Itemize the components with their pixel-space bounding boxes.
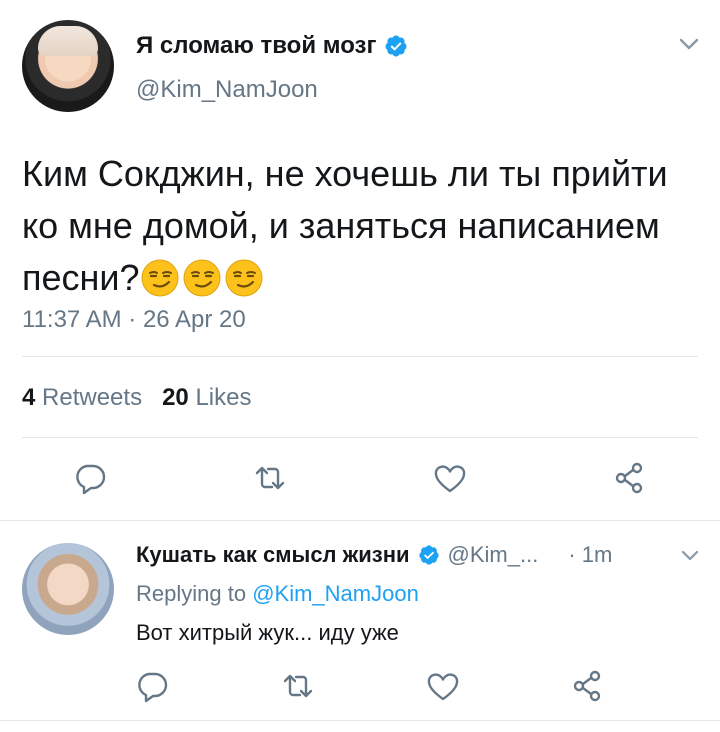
main-tweet: Я сломаю твой мозг @Kim_NamJoon Ким Сокд… xyxy=(0,0,720,520)
share-icon xyxy=(615,462,643,494)
author-handle[interactable]: @Kim_NamJoon xyxy=(136,76,318,104)
chevron-down-icon[interactable] xyxy=(680,549,700,563)
reply-button[interactable] xyxy=(72,460,108,496)
divider xyxy=(0,520,720,521)
chevron-down-icon[interactable] xyxy=(678,36,700,52)
tweet-body: Ким Сокджин, не хочешь ли ты прийти ко м… xyxy=(22,153,668,298)
replying-prefix: Replying to xyxy=(136,581,247,606)
author-row: Я сломаю твой мозг xyxy=(136,32,408,60)
smirking-face-emoji-icon xyxy=(141,259,179,297)
reply-button[interactable] xyxy=(134,668,170,704)
retweet-button[interactable] xyxy=(280,668,316,704)
reply-handle[interactable]: @Kim_... xyxy=(448,542,539,568)
engagement-stats: 4 Retweets 20 Likes xyxy=(22,384,251,412)
likes-label: Likes xyxy=(195,384,252,411)
tweet-text: Ким Сокджин, не хочешь ли ты прийти ко м… xyxy=(22,148,702,304)
heart-icon xyxy=(427,673,459,701)
share-icon xyxy=(573,670,601,702)
reply-author-row: Кушать как смысл жизни @Kim_... · 1m xyxy=(136,542,612,568)
display-name[interactable]: Кушать как смысл жизни xyxy=(136,542,410,568)
retweet-icon xyxy=(283,674,313,698)
divider xyxy=(22,356,698,357)
replying-to-handle[interactable]: @Kim_NamJoon xyxy=(252,581,419,606)
likes-count: 20 xyxy=(162,384,189,411)
like-button[interactable] xyxy=(425,668,461,704)
verified-badge-icon xyxy=(385,35,407,57)
comment-icon xyxy=(76,464,106,495)
retweets-count: 4 xyxy=(22,384,36,411)
reply-time[interactable]: · 1m xyxy=(568,542,612,568)
divider xyxy=(22,437,698,438)
verified-badge-icon xyxy=(418,545,439,565)
smirking-face-emoji-icon xyxy=(183,259,221,297)
retweets-stat[interactable]: 4 Retweets xyxy=(22,384,142,412)
heart-icon xyxy=(434,465,466,493)
share-button[interactable] xyxy=(612,460,648,496)
comment-icon xyxy=(138,672,168,703)
tweet-timestamp[interactable]: 11:37 AM · 26 Apr 20 xyxy=(22,306,246,334)
retweet-button[interactable] xyxy=(252,460,288,496)
share-button[interactable] xyxy=(570,668,606,704)
retweet-icon xyxy=(255,466,285,490)
retweets-label: Retweets xyxy=(42,384,143,411)
likes-stat[interactable]: 20 Likes xyxy=(162,384,251,412)
like-button[interactable] xyxy=(432,460,468,496)
reply-text: Вот хитрый жук... иду уже xyxy=(136,620,399,645)
divider xyxy=(0,720,720,721)
replying-to: Replying to @Kim_NamJoon xyxy=(136,581,419,607)
display-name[interactable]: Я сломаю твой мозг xyxy=(136,32,376,60)
avatar[interactable] xyxy=(22,543,114,635)
avatar[interactable] xyxy=(22,20,114,112)
smirking-face-emoji-icon xyxy=(225,259,263,297)
